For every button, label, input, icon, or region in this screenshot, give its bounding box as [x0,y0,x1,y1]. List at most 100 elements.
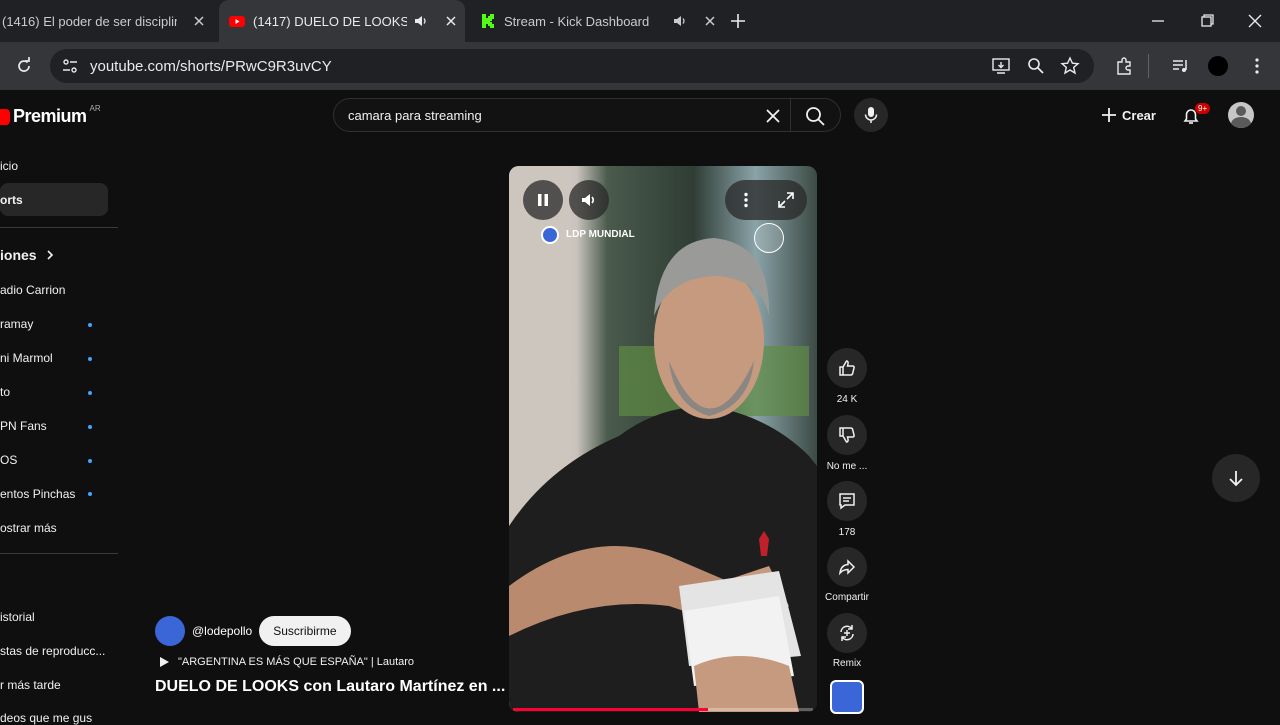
url-text: youtube.com/shorts/PRwC9R3uvCY [90,58,332,75]
speaker-icon [582,194,595,206]
share-label: Compartir [825,592,869,603]
logo-text: Premium [13,106,87,126]
bookmark-star-icon[interactable] [1060,56,1080,76]
like-count: 24 K [836,394,858,405]
profile-avatar[interactable] [1208,56,1228,76]
extensions-icon[interactable] [1114,56,1134,76]
close-tab-icon[interactable] [702,13,718,29]
like-button[interactable] [827,348,867,388]
sidebar-item-historial[interactable]: istorial [0,610,35,624]
sidebar-divider [0,227,118,228]
sidebar-item-shorts[interactable]: orts [0,193,23,207]
arrow-down-icon [1229,471,1243,487]
tab-title: (1417) DUELO DE LOOKS co [253,13,407,29]
audio-source-thumbnail[interactable] [830,680,864,714]
new-tab-icon[interactable] [726,9,750,33]
new-content-dot [88,323,92,327]
more-options-icon[interactable] [737,191,755,209]
logo-region: AR [89,104,101,113]
play-icon [160,657,169,667]
search-input[interactable]: camara para streaming [348,108,482,123]
shorts-video-player[interactable]: LDP MUNDIAL [509,166,817,712]
speaker-icon[interactable] [413,13,429,29]
comments-button[interactable] [827,481,867,521]
mute-button[interactable] [569,180,609,220]
search-icon[interactable] [804,105,826,127]
overlay-channel-name: LDP MUNDIAL [566,229,635,240]
youtube-logo-icon [0,108,10,125]
sidebar-divider [0,553,118,554]
fullscreen-icon[interactable] [777,191,795,209]
pause-button[interactable] [523,180,563,220]
toolbar-divider [1148,54,1149,78]
youtube-premium-logo[interactable]: Premium AR [0,104,101,127]
related-video-link[interactable]: "ARGENTINA ES MÁS QUE ESPAÑA" | Lautaro [157,655,414,669]
sidebar-item-playlists[interactable]: stas de reproducc... [0,644,105,658]
kick-icon [482,14,494,28]
voice-search-button[interactable] [854,98,888,132]
sidebar-item-channel[interactable]: OS [0,453,17,467]
new-content-dot [88,425,92,429]
comment-count: 178 [838,527,856,538]
sidebar-item-channel[interactable]: PN Fans [0,419,47,433]
remix-icon [840,625,854,641]
close-tab-icon[interactable] [191,13,207,29]
youtube-page: Premium AR camara para streaming Crear 9… [0,90,1280,725]
tab-bar: (1416) El poder de ser disciplina (1417)… [0,0,1280,42]
address-bar[interactable]: youtube.com/shorts/PRwC9R3uvCY [50,49,1094,83]
sidebar-item-watch-later[interactable]: r más tarde [0,678,61,692]
tab-title: Stream - Kick Dashboard [504,13,650,29]
more-menu-icon[interactable] [1247,56,1267,76]
reload-icon[interactable] [14,56,34,76]
sidebar-item-channel[interactable]: ni Marmol [0,351,53,365]
site-info-icon[interactable] [60,56,80,76]
close-tab-icon[interactable] [443,13,459,29]
dislike-label: No me ... [826,461,868,472]
install-app-icon[interactable] [991,56,1011,76]
media-control-icon[interactable] [1170,56,1190,76]
channel-avatar[interactable] [155,616,185,646]
zoom-icon[interactable] [1026,56,1046,76]
channel-handle[interactable]: @lodepollo [192,624,252,638]
sidebar-item-channel[interactable]: ramay [0,317,33,331]
remix-button[interactable] [827,613,867,653]
search-box[interactable]: camara para streaming [333,98,841,132]
sidebar-item-inicio[interactable]: icio [0,159,18,173]
related-video-title: "ARGENTINA ES MÁS QUE ESPAÑA" | Lautaro [178,656,415,668]
sidebar-section-title: iones [0,247,37,263]
browser-toolbar: youtube.com/shorts/PRwC9R3uvCY [0,42,1280,90]
clear-search-icon[interactable] [764,107,782,125]
tab-kick-dashboard[interactable]: Stream - Kick Dashboard [472,0,718,42]
tab-title: (1416) El poder de ser disciplina [2,13,177,29]
overlay-channel-avatar [541,226,559,244]
tab-duelo-de-looks[interactable]: (1417) DUELO DE LOOKS co [219,0,465,42]
restore-icon[interactable] [1195,9,1219,33]
share-button[interactable] [827,547,867,587]
sidebar-item-channel[interactable]: adio Carrion [0,283,65,297]
chevron-right-icon [47,250,53,260]
dislike-button[interactable] [827,415,867,455]
subscribe-button[interactable]: Suscribirme [259,616,351,646]
remix-label: Remix [832,658,862,669]
minimize-icon[interactable] [1146,9,1170,33]
video-progress-track[interactable] [513,708,813,711]
close-window-icon[interactable] [1243,9,1267,33]
sidebar-item-liked-videos[interactable]: deos que me gus [0,711,92,725]
sidebar-item-suscripciones[interactable]: iones [0,247,55,263]
sidebar-item-channel[interactable]: to [0,385,10,399]
new-content-dot [88,459,92,463]
sidebar-item-mostrar-mas[interactable]: ostrar más [0,521,57,535]
account-avatar[interactable] [1228,102,1254,128]
thumbs-up-icon [839,360,855,376]
channel-row: @lodepollo Suscribirme [155,616,351,646]
comment-icon [839,493,855,510]
share-arrow-icon [838,559,856,576]
speaker-icon[interactable] [672,13,688,29]
create-button[interactable]: Crear [1100,106,1156,124]
sidebar-item-channel[interactable]: entos Pinchas [0,487,75,501]
new-content-dot [88,357,92,361]
search-divider [790,99,791,131]
next-video-button[interactable] [1212,454,1260,502]
tab-el-poder[interactable]: (1416) El poder de ser disciplina [0,0,215,42]
notifications-badge: 9+ [1195,103,1211,114]
